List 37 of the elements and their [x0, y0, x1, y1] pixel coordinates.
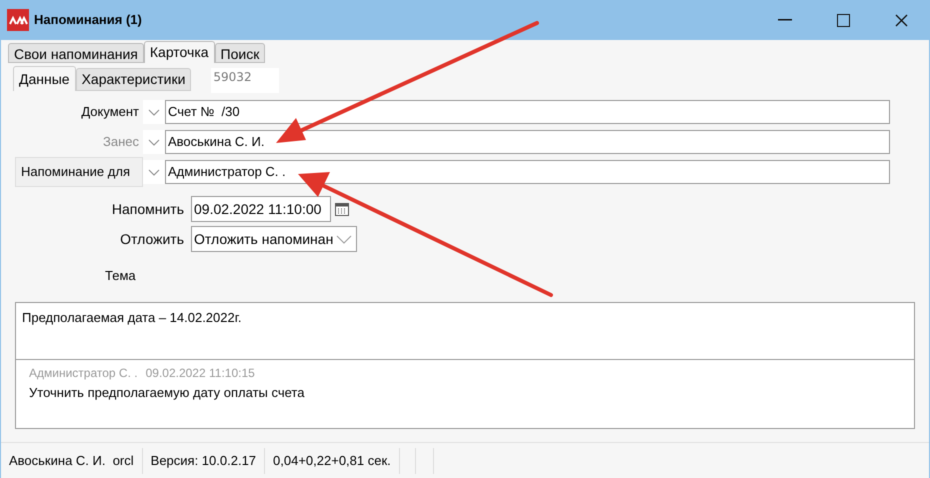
status-text: Версия: 10.0.2.17 — [150, 452, 256, 470]
tab[interactable]: Данные — [13, 66, 76, 91]
field-label: Отложить — [119, 230, 185, 248]
tab[interactable]: Карточка — [144, 41, 215, 63]
maximize-icon — [836, 14, 850, 26]
field-label: Тема — [105, 267, 137, 285]
record-id: 59032 — [211, 68, 280, 93]
dropdown-button[interactable] — [143, 100, 165, 124]
chevron-down-icon — [336, 234, 352, 244]
comment-author: Администратор С. . — [29, 364, 138, 382]
input-field[interactable]: Счет № /30 — [165, 100, 890, 124]
close-icon — [894, 14, 908, 26]
input-field[interactable]: Администратор С. . — [165, 160, 890, 184]
dropdown-button[interactable] — [143, 160, 165, 184]
field-label-button[interactable]: Напоминание для — [15, 157, 143, 187]
calendar-icon[interactable] — [335, 202, 349, 216]
note-text: Предполагаемая дата – 14.02.2022г. — [22, 310, 242, 324]
tab[interactable]: Характеристики — [76, 68, 192, 91]
date-field[interactable]: 09.02.2022 11:10:00 — [191, 196, 331, 222]
field-label: Напомнить — [110, 200, 185, 218]
field-label: Документ — [81, 103, 140, 122]
chevron-down-icon — [148, 108, 160, 116]
postpone-dropdown[interactable]: Отложить напоминан — [191, 226, 357, 252]
tab[interactable]: Поиск — [214, 43, 266, 63]
dropdown-button[interactable] — [143, 130, 165, 154]
minimize-icon — [778, 19, 792, 21]
status-text: Авоськина С. И. orcl — [9, 452, 134, 470]
window-title: Напоминания (1) — [34, 11, 142, 30]
app-logo-icon — [7, 9, 29, 31]
comment-text: Уточнить предполагаемую дату оплаты счета — [29, 384, 306, 402]
tab[interactable]: Свои напоминания — [8, 43, 144, 63]
status-text: 0,04+0,22+0,81 сек. — [273, 452, 391, 470]
field-label: Занес — [103, 133, 140, 152]
comment-time: 09.02.2022 11:10:15 — [146, 364, 255, 382]
chevron-down-icon — [148, 168, 160, 176]
chevron-down-icon — [148, 138, 160, 146]
note-area[interactable]: Предполагаемая дата – 14.02.2022г. — [16, 302, 914, 360]
